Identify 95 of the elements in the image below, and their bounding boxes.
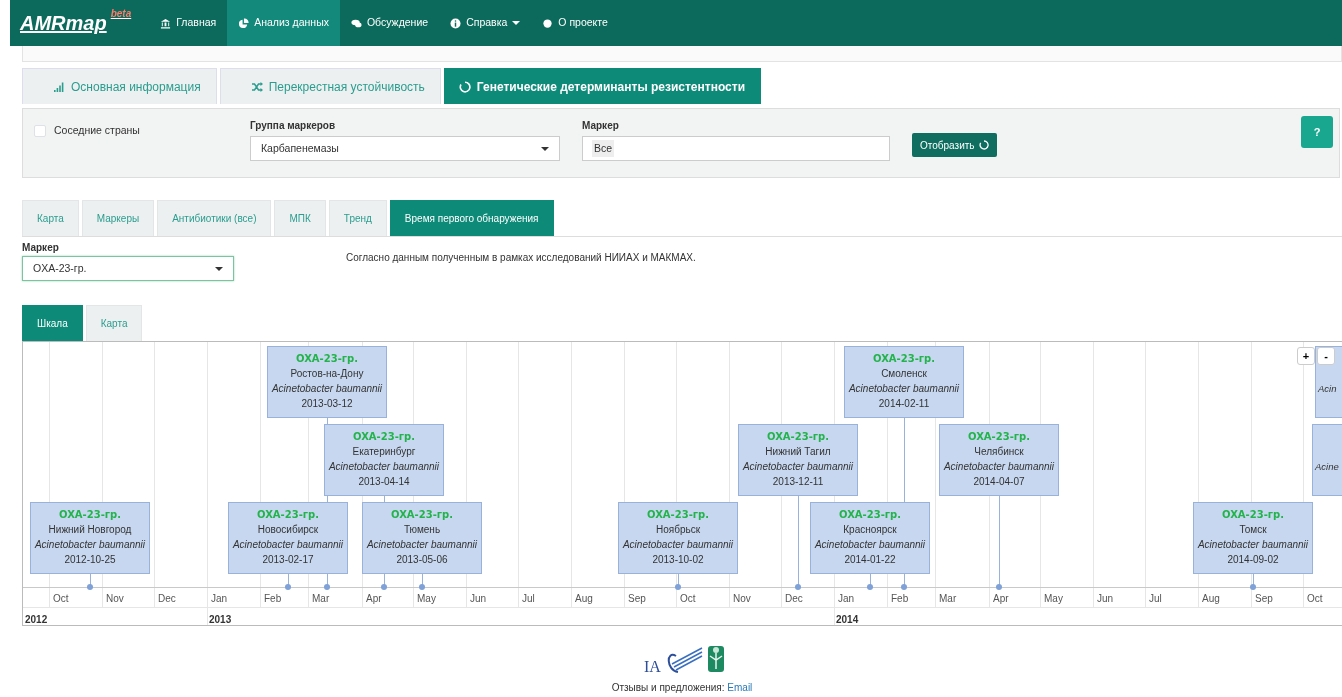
axis-label: Feb xyxy=(264,592,282,606)
feedback-text: Отзывы и предложения: xyxy=(611,682,725,693)
nav-item[interactable]: О проекте xyxy=(531,0,619,46)
axis-label: Mar xyxy=(939,592,957,606)
axis-label: Oct xyxy=(1307,592,1323,606)
axis-label: Sep xyxy=(628,592,646,606)
zoom-out-button[interactable]: - xyxy=(1317,347,1335,365)
tab[interactable]: Антибиотики (все) xyxy=(157,200,272,236)
brand-logo[interactable]: AMRmap $^{beta}$ xyxy=(10,8,142,38)
pie-chart-icon xyxy=(238,17,250,29)
event-card: OXA-23-гр. Нижний Новгород Acinetobacter baumannii 2012-10-25 xyxy=(30,502,150,574)
checkbox[interactable] xyxy=(34,124,46,137)
marker-dropdown[interactable]: OXA-23-гр. xyxy=(22,256,234,281)
tab[interactable]: Перекрестная устойчивость xyxy=(219,68,441,104)
axis-label: Dec xyxy=(158,592,176,606)
timeline-dot xyxy=(87,584,93,590)
event-card: OXA-23-гр. Челябинск Acinetobacter baumannii 2014-04-07 xyxy=(939,424,1059,496)
axis-label: Sep xyxy=(1255,592,1273,606)
axis-label: Oct xyxy=(680,592,696,606)
timeline-dot xyxy=(1250,584,1256,590)
timeline-dot xyxy=(901,584,907,590)
zoom-in-button[interactable]: + xyxy=(1297,347,1315,365)
axis-label: Aug xyxy=(1202,592,1220,606)
tab[interactable]: Генетические детерминанты резистентности xyxy=(443,68,761,104)
axis-label: Jan xyxy=(838,592,855,606)
axis-label: May xyxy=(417,592,436,606)
event-card: OXA-23-гр. Ростов-на-Дону Acinetobacter baumannii 2013-03-12 xyxy=(267,346,387,418)
field-label: Маркер xyxy=(582,119,620,133)
event-card: OXA-23-гр. Нижний Тагил Acinetobacter baumannii 2013-12-11 xyxy=(738,424,858,496)
axis-label: Jan xyxy=(211,592,228,606)
event-card: OXA-23-гр. Новосибирск Acinetobacter baumannii 2013-02-17 xyxy=(228,502,348,574)
nav-item[interactable]: Обсуждение xyxy=(339,0,440,46)
timeline-dot xyxy=(867,584,873,590)
nav-item[interactable]: Справка xyxy=(439,0,532,46)
tab[interactable]: Карта xyxy=(22,200,79,236)
caret-icon xyxy=(215,266,223,271)
bank-icon xyxy=(160,17,172,29)
tab[interactable]: МПК xyxy=(274,200,326,236)
axis-label: 2013 xyxy=(209,613,232,625)
tab[interactable]: Карта xyxy=(85,305,143,341)
tab[interactable]: Тренд xyxy=(328,200,387,236)
tab[interactable]: Основная информация xyxy=(22,68,217,104)
event-card: OXA-23-гр. Томск Acinetobacter baumannii 2014-09-02 xyxy=(1193,502,1313,574)
axis-label: Jun xyxy=(1097,592,1114,606)
event-card: OXA-23-гр. Екатеринбург Acinetobacter baumannii 2013-04-14 xyxy=(324,424,444,496)
field-label: Группа маркеров xyxy=(250,119,337,133)
event-card: Acine xyxy=(1312,424,1342,496)
partner-logo-drawing: IA xyxy=(632,636,732,680)
marker-field[interactable]: Все xyxy=(582,136,890,161)
axis-label: Apr xyxy=(366,592,382,606)
timeline-dot xyxy=(675,584,681,590)
axis-label: Oct xyxy=(53,592,69,606)
axis-label: Mar xyxy=(312,592,330,606)
tab[interactable]: Время первого обнаружения xyxy=(389,200,554,236)
info-icon xyxy=(450,17,462,29)
nav-item[interactable]: Анализ данных xyxy=(227,0,340,46)
axis-label: Aug xyxy=(575,592,593,606)
axis-label: 2012 xyxy=(25,613,48,625)
timeline-dot xyxy=(324,584,330,590)
timeline-dot xyxy=(996,584,1002,590)
caret-icon xyxy=(541,146,549,151)
timeline-dot xyxy=(381,584,387,590)
loading-icon xyxy=(978,140,989,150)
axis-label: Apr xyxy=(993,592,1009,606)
signal-bars-icon xyxy=(53,80,65,93)
event-card: OXA-23-гр. Красноярск Acinetobacter baumannii 2014-01-22 xyxy=(810,502,930,574)
nav-item[interactable]: Главная xyxy=(149,0,228,46)
shuffle-icon xyxy=(250,80,263,93)
axis-label: Jun xyxy=(470,592,487,606)
axis-label: 2014 xyxy=(836,613,859,625)
circle-icon xyxy=(542,17,554,29)
tab[interactable]: Шкала xyxy=(22,305,83,341)
axis-label: Dec xyxy=(785,592,803,606)
checkbox-label: Соседние страны xyxy=(54,123,140,138)
axis-label: Feb xyxy=(891,592,909,606)
note-text: Согласно данным полученным в рамках исследований НИИАХ и МАКМАХ. xyxy=(346,251,696,265)
email-link[interactable]: Email xyxy=(727,682,753,693)
timeline-dot xyxy=(285,584,291,590)
tab[interactable]: Маркеры xyxy=(81,200,155,236)
field-label: Маркер xyxy=(22,241,60,255)
event-card: OXA-23-гр. Смоленск Acinetobacter baumannii 2014-02-11 xyxy=(844,346,964,418)
axis-label: Jul xyxy=(522,592,535,606)
loading-icon xyxy=(458,80,471,93)
show-button[interactable]: Отобразить xyxy=(912,133,997,157)
timeline-dot xyxy=(419,584,425,590)
axis-label: May xyxy=(1044,592,1063,606)
event-card: OXA-23-гр. Ноябрьск Acinetobacter baumannii 2013-10-02 xyxy=(618,502,738,574)
timeline-dot xyxy=(795,584,801,590)
axis-label: Nov xyxy=(106,592,124,606)
event-card: OXA-23-гр. Тюмень Acinetobacter baumannii 2013-05-06 xyxy=(362,502,482,574)
axis-label: Jul xyxy=(1149,592,1162,606)
axis-label: Nov xyxy=(733,592,751,606)
chat-icon xyxy=(350,17,362,29)
help-button[interactable]: ? xyxy=(1301,116,1333,148)
dropdown[interactable]: Карбапенемазы xyxy=(250,136,560,161)
